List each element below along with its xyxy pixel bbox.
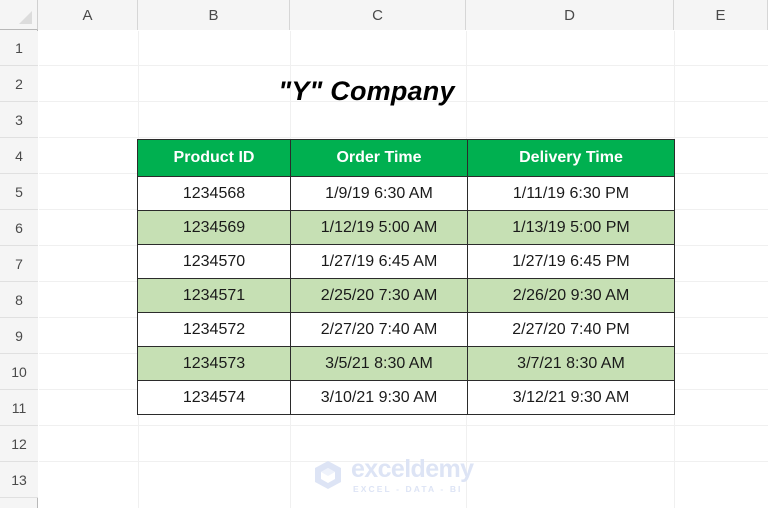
select-all-corner[interactable] — [0, 0, 38, 30]
cell-product-id[interactable]: 1234572 — [137, 312, 291, 347]
cell-delivery-time[interactable]: 1/11/19 6:30 PM — [467, 176, 675, 211]
table-row: 1234570 1/27/19 6:45 AM 1/27/19 6:45 PM — [137, 244, 675, 279]
cell-order-time[interactable]: 1/9/19 6:30 AM — [290, 176, 468, 211]
table-header-row: Product ID Order Time Delivery Time — [137, 139, 675, 177]
cell-delivery-time[interactable]: 3/12/21 9:30 AM — [467, 380, 675, 415]
table-row: 1234569 1/12/19 5:00 AM 1/13/19 5:00 PM — [137, 210, 675, 245]
row-header-3[interactable]: 3 — [0, 102, 38, 138]
cell-delivery-time[interactable]: 2/26/20 9:30 AM — [467, 278, 675, 313]
row-header-10[interactable]: 10 — [0, 354, 38, 390]
cell-delivery-time[interactable]: 3/7/21 8:30 AM — [467, 346, 675, 381]
column-header-d[interactable]: D — [466, 0, 674, 30]
data-table: Product ID Order Time Delivery Time 1234… — [137, 139, 675, 415]
row-header-5[interactable]: 5 — [0, 174, 38, 210]
table-row: 1234574 3/10/21 9:30 AM 3/12/21 9:30 AM — [137, 380, 675, 415]
select-all-triangle-icon — [19, 11, 32, 24]
column-header-product-id: Product ID — [137, 139, 291, 177]
column-header-e[interactable]: E — [674, 0, 768, 30]
table-row: 1234572 2/27/20 7:40 AM 2/27/20 7:40 PM — [137, 312, 675, 347]
row-header-9[interactable]: 9 — [0, 318, 38, 354]
cell-product-id[interactable]: 1234573 — [137, 346, 291, 381]
row-header-8[interactable]: 8 — [0, 282, 38, 318]
column-header-b[interactable]: B — [138, 0, 290, 30]
cell-delivery-time[interactable]: 2/27/20 7:40 PM — [467, 312, 675, 347]
table-row: 1234568 1/9/19 6:30 AM 1/11/19 6:30 PM — [137, 176, 675, 211]
row-header-7[interactable]: 7 — [0, 246, 38, 282]
table-row: 1234573 3/5/21 8:30 AM 3/7/21 8:30 AM — [137, 346, 675, 381]
column-header-a[interactable]: A — [38, 0, 138, 30]
cell-order-time[interactable]: 2/25/20 7:30 AM — [290, 278, 468, 313]
cell-order-time[interactable]: 3/5/21 8:30 AM — [290, 346, 468, 381]
row-header-13[interactable]: 13 — [0, 462, 38, 498]
row-header-11[interactable]: 11 — [0, 390, 38, 426]
cell-product-id[interactable]: 1234568 — [137, 176, 291, 211]
row-header-2[interactable]: 2 — [0, 66, 38, 102]
cell-product-id[interactable]: 1234570 — [137, 244, 291, 279]
excel-spreadsheet: A B C D E 1 2 3 4 5 6 7 8 9 10 11 12 13 … — [0, 0, 768, 508]
row-header-6[interactable]: 6 — [0, 210, 38, 246]
cell-order-time[interactable]: 1/27/19 6:45 AM — [290, 244, 468, 279]
cell-delivery-time[interactable]: 1/13/19 5:00 PM — [467, 210, 675, 245]
column-header-delivery-time: Delivery Time — [467, 139, 675, 177]
cell-order-time[interactable]: 3/10/21 9:30 AM — [290, 380, 468, 415]
column-header-order-time: Order Time — [290, 139, 468, 177]
cell-delivery-time[interactable]: 1/27/19 6:45 PM — [467, 244, 675, 279]
table-row: 1234571 2/25/20 7:30 AM 2/26/20 9:30 AM — [137, 278, 675, 313]
row-header-12[interactable]: 12 — [0, 426, 38, 462]
page-title: "Y" Company — [278, 75, 455, 106]
cell-product-id[interactable]: 1234571 — [137, 278, 291, 313]
cell-order-time[interactable]: 1/12/19 5:00 AM — [290, 210, 468, 245]
cell-order-time[interactable]: 2/27/20 7:40 AM — [290, 312, 468, 347]
row-header-1[interactable]: 1 — [0, 31, 38, 66]
cell-product-id[interactable]: 1234569 — [137, 210, 291, 245]
cell-product-id[interactable]: 1234574 — [137, 380, 291, 415]
row-header-4[interactable]: 4 — [0, 138, 38, 174]
column-header-c[interactable]: C — [290, 0, 466, 30]
